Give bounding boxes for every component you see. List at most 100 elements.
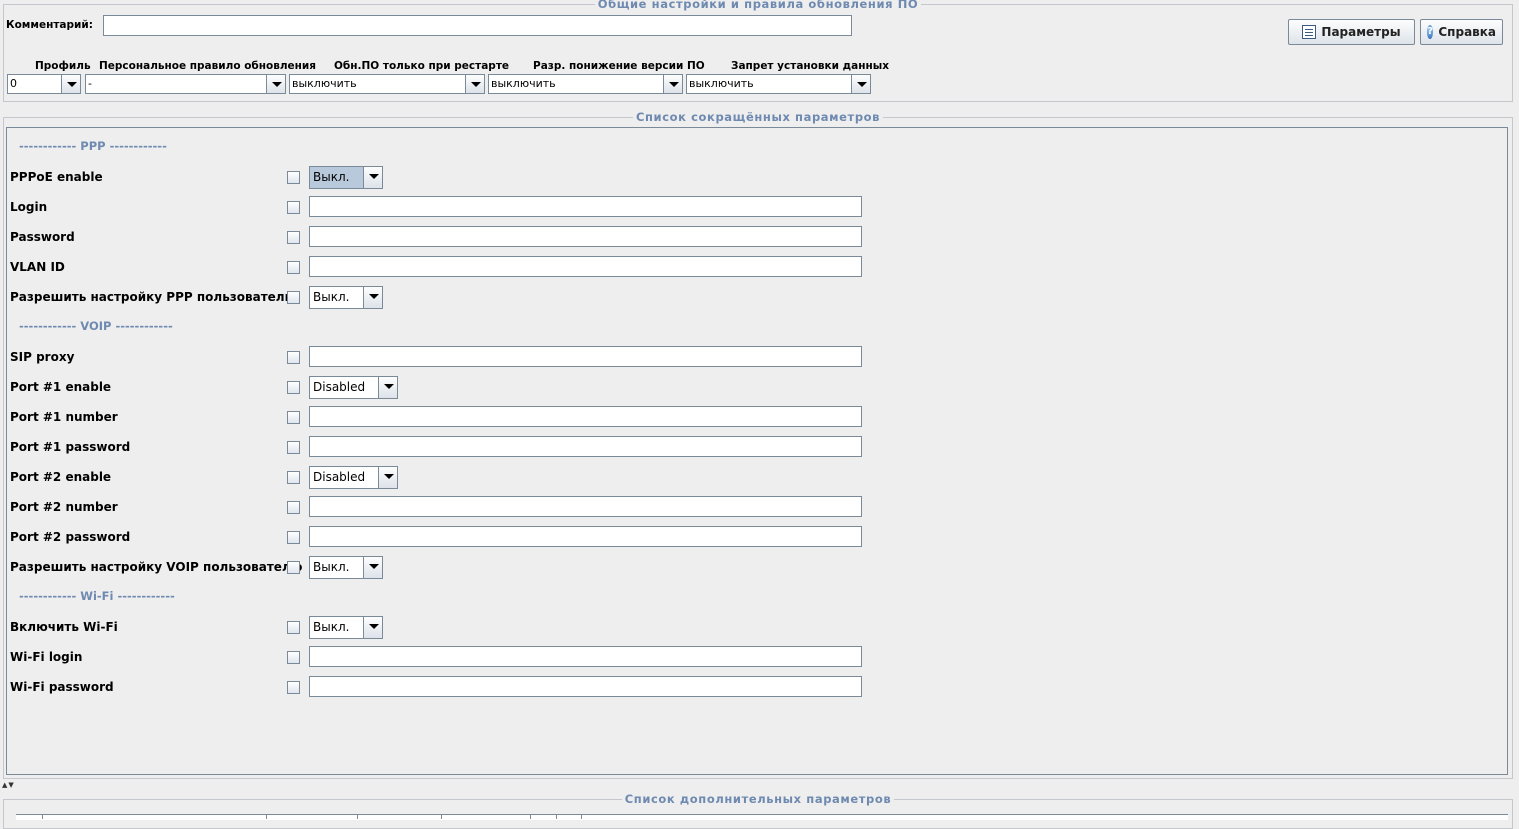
extra-params-title: Список дополнительных параметров	[621, 792, 895, 806]
port2-number-checkbox[interactable]	[287, 501, 300, 514]
port1-enable-checkbox[interactable]	[287, 381, 300, 394]
vlan-id-checkbox[interactable]	[287, 261, 300, 274]
allow-voip-user-value: Выкл.	[313, 560, 350, 574]
comment-label: Комментарий:	[6, 19, 93, 31]
section-ppp: ------------ PPP ------------	[19, 139, 167, 153]
wifi-login-input[interactable]	[309, 646, 862, 667]
extra-params-table[interactable]	[16, 814, 1508, 820]
port2-password-checkbox[interactable]	[287, 531, 300, 544]
port1-number-checkbox[interactable]	[287, 411, 300, 424]
section-voip: ------------ VOIP ------------	[19, 319, 173, 333]
help-button-label: Справка	[1438, 25, 1496, 39]
split-arrows-icon[interactable]: ▲▼	[2, 782, 15, 789]
list-icon	[1302, 25, 1317, 39]
port2-enable-label: Port #2 enable	[10, 470, 112, 484]
wifi-enable-value: Выкл.	[313, 620, 350, 634]
profile-select[interactable]: 0	[7, 74, 81, 94]
allow-ppp-user-value: Выкл.	[313, 290, 350, 304]
table-column-divider	[441, 814, 442, 819]
chevron-down-icon[interactable]	[851, 75, 870, 93]
personal-rule-select[interactable]: -	[85, 74, 286, 94]
allow-ppp-user-checkbox[interactable]	[287, 291, 300, 304]
table-column-divider	[266, 814, 267, 819]
table-column-divider	[530, 814, 531, 819]
port2-password-input[interactable]	[309, 526, 862, 547]
port2-enable-value: Disabled	[313, 470, 366, 484]
pppoe-enable-select[interactable]: Выкл.	[309, 166, 383, 189]
wifi-login-label: Wi-Fi login	[10, 650, 83, 664]
pppoe-enable-label: PPPoE enable	[10, 170, 103, 184]
sip-proxy-checkbox[interactable]	[287, 351, 300, 364]
port1-password-checkbox[interactable]	[287, 441, 300, 454]
help-icon: ?	[1427, 25, 1434, 39]
password-label: Password	[10, 230, 75, 244]
data-install-ban-value: выключить	[689, 77, 754, 90]
port2-number-label: Port #2 number	[10, 500, 118, 514]
port1-number-input[interactable]	[309, 406, 862, 427]
data-install-ban-select[interactable]: выключить	[686, 74, 871, 94]
table-column-divider	[556, 814, 557, 819]
general-settings-title: Общие настройки и правила обновления ПО	[594, 0, 922, 11]
password-checkbox[interactable]	[287, 231, 300, 244]
wifi-enable-checkbox[interactable]	[287, 621, 300, 634]
data-install-ban-label: Запрет установки данных	[731, 60, 890, 72]
personal-rule-label: Персональное правило обновления	[99, 60, 317, 72]
port1-password-input[interactable]	[309, 436, 862, 457]
parameters-button[interactable]: Параметры	[1288, 19, 1415, 45]
table-column-divider	[581, 814, 582, 819]
allow-downgrade-label: Разр. понижение версии ПО	[533, 60, 705, 72]
chevron-down-icon[interactable]	[378, 467, 397, 488]
chevron-down-icon[interactable]	[266, 75, 285, 93]
short-params-title: Список сокращённых параметров	[632, 110, 884, 124]
chevron-down-icon[interactable]	[663, 75, 682, 93]
pppoe-enable-checkbox[interactable]	[287, 171, 300, 184]
port2-enable-select[interactable]: Disabled	[309, 466, 398, 489]
chevron-down-icon[interactable]	[363, 167, 382, 188]
chevron-down-icon[interactable]	[465, 75, 484, 93]
password-input[interactable]	[309, 226, 862, 247]
chevron-down-icon[interactable]	[61, 75, 80, 93]
allow-downgrade-select[interactable]: выключить	[488, 74, 683, 94]
profile-value: 0	[10, 77, 17, 90]
login-input[interactable]	[309, 196, 862, 217]
port1-number-label: Port #1 number	[10, 410, 118, 424]
wifi-enable-select[interactable]: Выкл.	[309, 616, 383, 639]
section-wifi: ------------ Wi-Fi ------------	[19, 589, 175, 603]
login-checkbox[interactable]	[287, 201, 300, 214]
port2-enable-checkbox[interactable]	[287, 471, 300, 484]
chevron-down-icon[interactable]	[363, 617, 382, 638]
wifi-password-checkbox[interactable]	[287, 681, 300, 694]
port1-enable-select[interactable]: Disabled	[309, 376, 398, 399]
port1-enable-value: Disabled	[313, 380, 366, 394]
allow-downgrade-value: выключить	[491, 77, 556, 90]
sip-proxy-label: SIP proxy	[10, 350, 75, 364]
wifi-password-label: Wi-Fi password	[10, 680, 114, 694]
wifi-login-checkbox[interactable]	[287, 651, 300, 664]
allow-voip-user-select[interactable]: Выкл.	[309, 556, 383, 579]
port1-password-label: Port #1 password	[10, 440, 131, 454]
help-button[interactable]: ? Справка	[1420, 19, 1503, 45]
profile-label: Профиль	[35, 60, 91, 72]
update-on-restart-label: Обн.ПО только при рестарте	[334, 60, 510, 72]
chevron-down-icon[interactable]	[363, 287, 382, 308]
allow-ppp-user-label: Разрешить настройку PPP пользователю	[10, 290, 297, 304]
allow-voip-user-checkbox[interactable]	[287, 561, 300, 574]
wifi-enable-label: Включить Wi-Fi	[10, 620, 118, 634]
comment-input[interactable]	[103, 15, 852, 36]
login-label: Login	[10, 200, 48, 214]
vlan-id-input[interactable]	[309, 256, 862, 277]
table-column-divider	[42, 814, 43, 819]
chevron-down-icon[interactable]	[363, 557, 382, 578]
pppoe-enable-value: Выкл.	[310, 167, 363, 188]
allow-ppp-user-select[interactable]: Выкл.	[309, 286, 383, 309]
update-on-restart-select[interactable]: выключить	[289, 74, 485, 94]
sip-proxy-input[interactable]	[309, 346, 862, 367]
port1-enable-label: Port #1 enable	[10, 380, 112, 394]
split-pane-divider[interactable]	[0, 781, 1519, 791]
update-on-restart-value: выключить	[292, 77, 357, 90]
allow-voip-user-label: Разрешить настройку VOIP пользователю	[10, 560, 303, 574]
wifi-password-input[interactable]	[309, 676, 862, 697]
chevron-down-icon[interactable]	[378, 377, 397, 398]
port2-number-input[interactable]	[309, 496, 862, 517]
personal-rule-value: -	[88, 77, 92, 90]
